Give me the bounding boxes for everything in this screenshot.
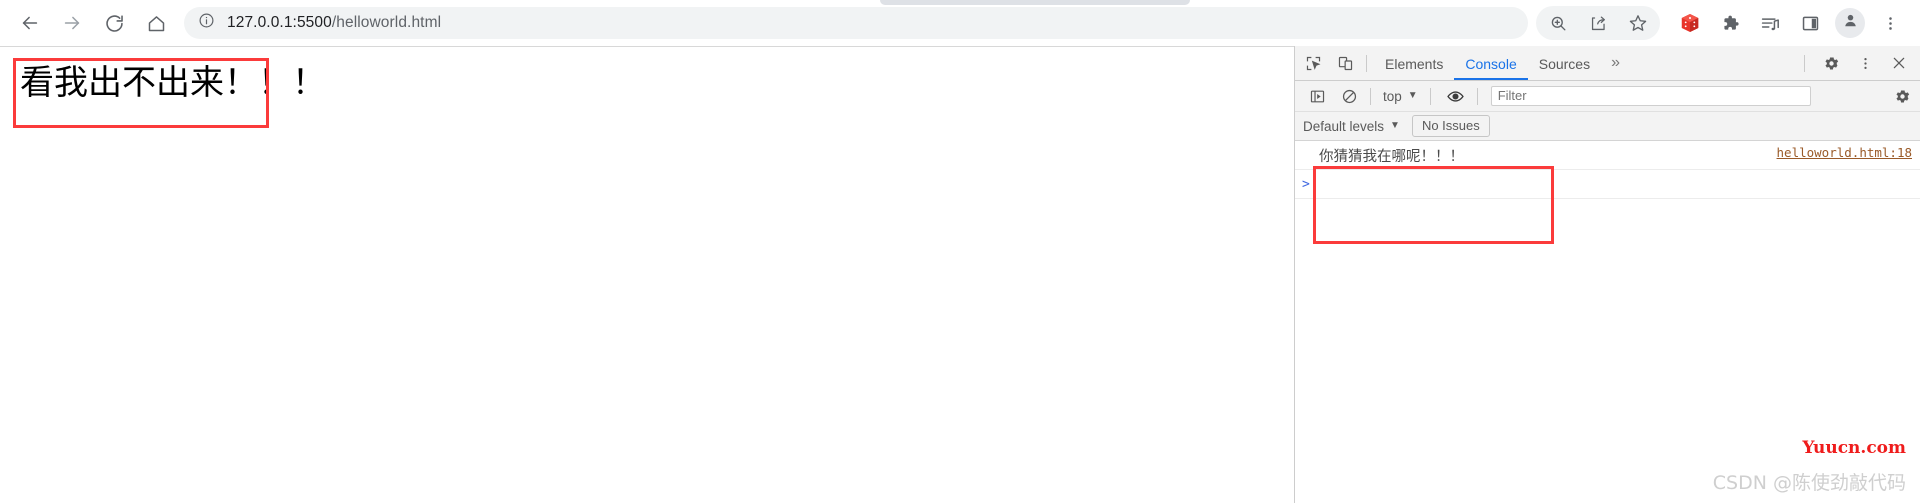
toolbar-actions bbox=[1536, 6, 1920, 40]
clear-console-icon bbox=[1341, 88, 1358, 105]
forward-button[interactable] bbox=[54, 5, 90, 41]
side-panel-button[interactable] bbox=[1793, 6, 1827, 40]
console-settings-gear-icon bbox=[1894, 88, 1911, 105]
console-toolbar-divider-2 bbox=[1429, 87, 1431, 105]
console-toolbar-divider-1 bbox=[1370, 87, 1371, 105]
media-list-icon bbox=[1760, 13, 1781, 34]
avatar-icon bbox=[1842, 12, 1859, 34]
console-context-selector[interactable]: top ▼ bbox=[1378, 89, 1423, 104]
more-tabs-button[interactable]: » bbox=[1601, 54, 1630, 72]
console-source-link[interactable]: helloworld.html:18 bbox=[1777, 145, 1920, 160]
tab-console[interactable]: Console bbox=[1454, 47, 1528, 80]
zoom-in-button[interactable] bbox=[1541, 6, 1575, 40]
watermark-csdn: CSDN @陈使劲敲代码 bbox=[1712, 472, 1906, 494]
arrow-left-icon bbox=[19, 12, 41, 34]
live-expression-button[interactable] bbox=[1442, 83, 1470, 109]
star-icon bbox=[1628, 13, 1648, 33]
kebab-menu-icon bbox=[1882, 15, 1899, 32]
inspect-element-button[interactable] bbox=[1299, 50, 1327, 76]
omnibox-action-group bbox=[1536, 6, 1660, 40]
browser-toolbar: 127.0.0.1:5500/helloworld.html bbox=[0, 0, 1920, 46]
address-bar-url: 127.0.0.1:5500/helloworld.html bbox=[227, 14, 441, 32]
reload-icon bbox=[104, 13, 125, 34]
devtools-menu-button[interactable] bbox=[1850, 50, 1880, 76]
dice-extension-icon bbox=[1679, 12, 1701, 34]
devtools-panel: Elements Console Sources » top ▼ Filter … bbox=[1294, 46, 1920, 503]
address-bar[interactable]: 127.0.0.1:5500/helloworld.html bbox=[184, 7, 1528, 39]
browser-chrome: 127.0.0.1:5500/helloworld.html bbox=[0, 0, 1920, 46]
address-bar-host: 127.0.0.1:5500 bbox=[227, 14, 332, 31]
share-button[interactable] bbox=[1581, 6, 1615, 40]
media-button[interactable] bbox=[1753, 6, 1787, 40]
watermark-yuucn: Yuucn.com bbox=[1802, 438, 1906, 458]
console-levels-selector[interactable]: Default levels ▼ bbox=[1303, 119, 1400, 134]
console-toolbar-divider-3 bbox=[1476, 87, 1478, 105]
profile-button[interactable] bbox=[1835, 8, 1865, 38]
console-message-list: 你猜猜我在哪呢！！！ helloworld.html:18 > bbox=[1295, 141, 1920, 199]
clear-console-button[interactable] bbox=[1335, 83, 1363, 109]
console-sidebar-button[interactable] bbox=[1303, 83, 1331, 109]
devtools-tabbar-actions bbox=[1797, 50, 1920, 76]
chevron-down-icon: ▼ bbox=[1407, 90, 1418, 101]
tab-sources[interactable]: Sources bbox=[1528, 47, 1601, 80]
devtools-tabbar: Elements Console Sources » bbox=[1295, 46, 1920, 81]
side-panel-icon bbox=[1801, 14, 1820, 33]
tab-elements[interactable]: Elements bbox=[1374, 47, 1454, 80]
device-toolbar-button[interactable] bbox=[1331, 50, 1359, 76]
puzzle-icon bbox=[1720, 13, 1740, 33]
back-button[interactable] bbox=[12, 5, 48, 41]
info-circle-icon[interactable] bbox=[198, 12, 215, 34]
console-context-label: top bbox=[1383, 88, 1402, 104]
console-filter-input[interactable] bbox=[1490, 86, 1811, 106]
console-input-prompt[interactable]: > bbox=[1295, 170, 1920, 199]
address-bar-path: /helloworld.html bbox=[331, 14, 442, 31]
devtools-close-button[interactable] bbox=[1884, 50, 1914, 76]
console-toolbar: top ▼ bbox=[1295, 81, 1920, 112]
zoom-in-icon bbox=[1549, 14, 1568, 33]
reload-button[interactable] bbox=[96, 5, 132, 41]
gear-icon bbox=[1823, 55, 1840, 72]
console-message-text: 你猜猜我在哪呢！！！ bbox=[1319, 149, 1464, 165]
console-sidebar-icon bbox=[1309, 88, 1326, 105]
chevron-down-icon: ▼ bbox=[1390, 120, 1400, 131]
extensions-button[interactable] bbox=[1713, 6, 1747, 40]
actions-divider bbox=[1804, 54, 1805, 72]
home-button[interactable] bbox=[138, 5, 174, 41]
console-toolbar-right bbox=[1884, 83, 1920, 109]
kebab-menu-icon bbox=[1858, 56, 1873, 71]
prompt-caret-icon: > bbox=[1302, 176, 1310, 192]
dice-extension-button[interactable] bbox=[1673, 6, 1707, 40]
chrome-menu-button[interactable] bbox=[1873, 6, 1907, 40]
console-message-row[interactable]: 你猜猜我在哪呢！！！ helloworld.html:18 bbox=[1295, 141, 1920, 170]
no-issues-button[interactable]: No Issues bbox=[1411, 115, 1490, 137]
bookmark-button[interactable] bbox=[1621, 6, 1655, 40]
inspect-element-icon bbox=[1305, 55, 1322, 72]
page-viewport: 看我出不出来！！！ bbox=[0, 46, 1294, 503]
home-icon bbox=[146, 13, 167, 34]
console-settings-button[interactable] bbox=[1888, 83, 1916, 109]
live-expression-eye-icon bbox=[1446, 87, 1465, 106]
arrow-right-icon bbox=[61, 12, 83, 34]
console-levels-bar: Default levels ▼ No Issues bbox=[1295, 112, 1920, 141]
toolbar-divider bbox=[1366, 54, 1367, 72]
page-heading: 看我出不出来！！！ bbox=[20, 63, 326, 103]
close-icon bbox=[1891, 55, 1907, 71]
console-levels-label: Default levels bbox=[1303, 118, 1385, 134]
share-icon bbox=[1589, 14, 1608, 33]
devtools-settings-button[interactable] bbox=[1816, 50, 1846, 76]
device-toolbar-icon bbox=[1337, 55, 1354, 72]
